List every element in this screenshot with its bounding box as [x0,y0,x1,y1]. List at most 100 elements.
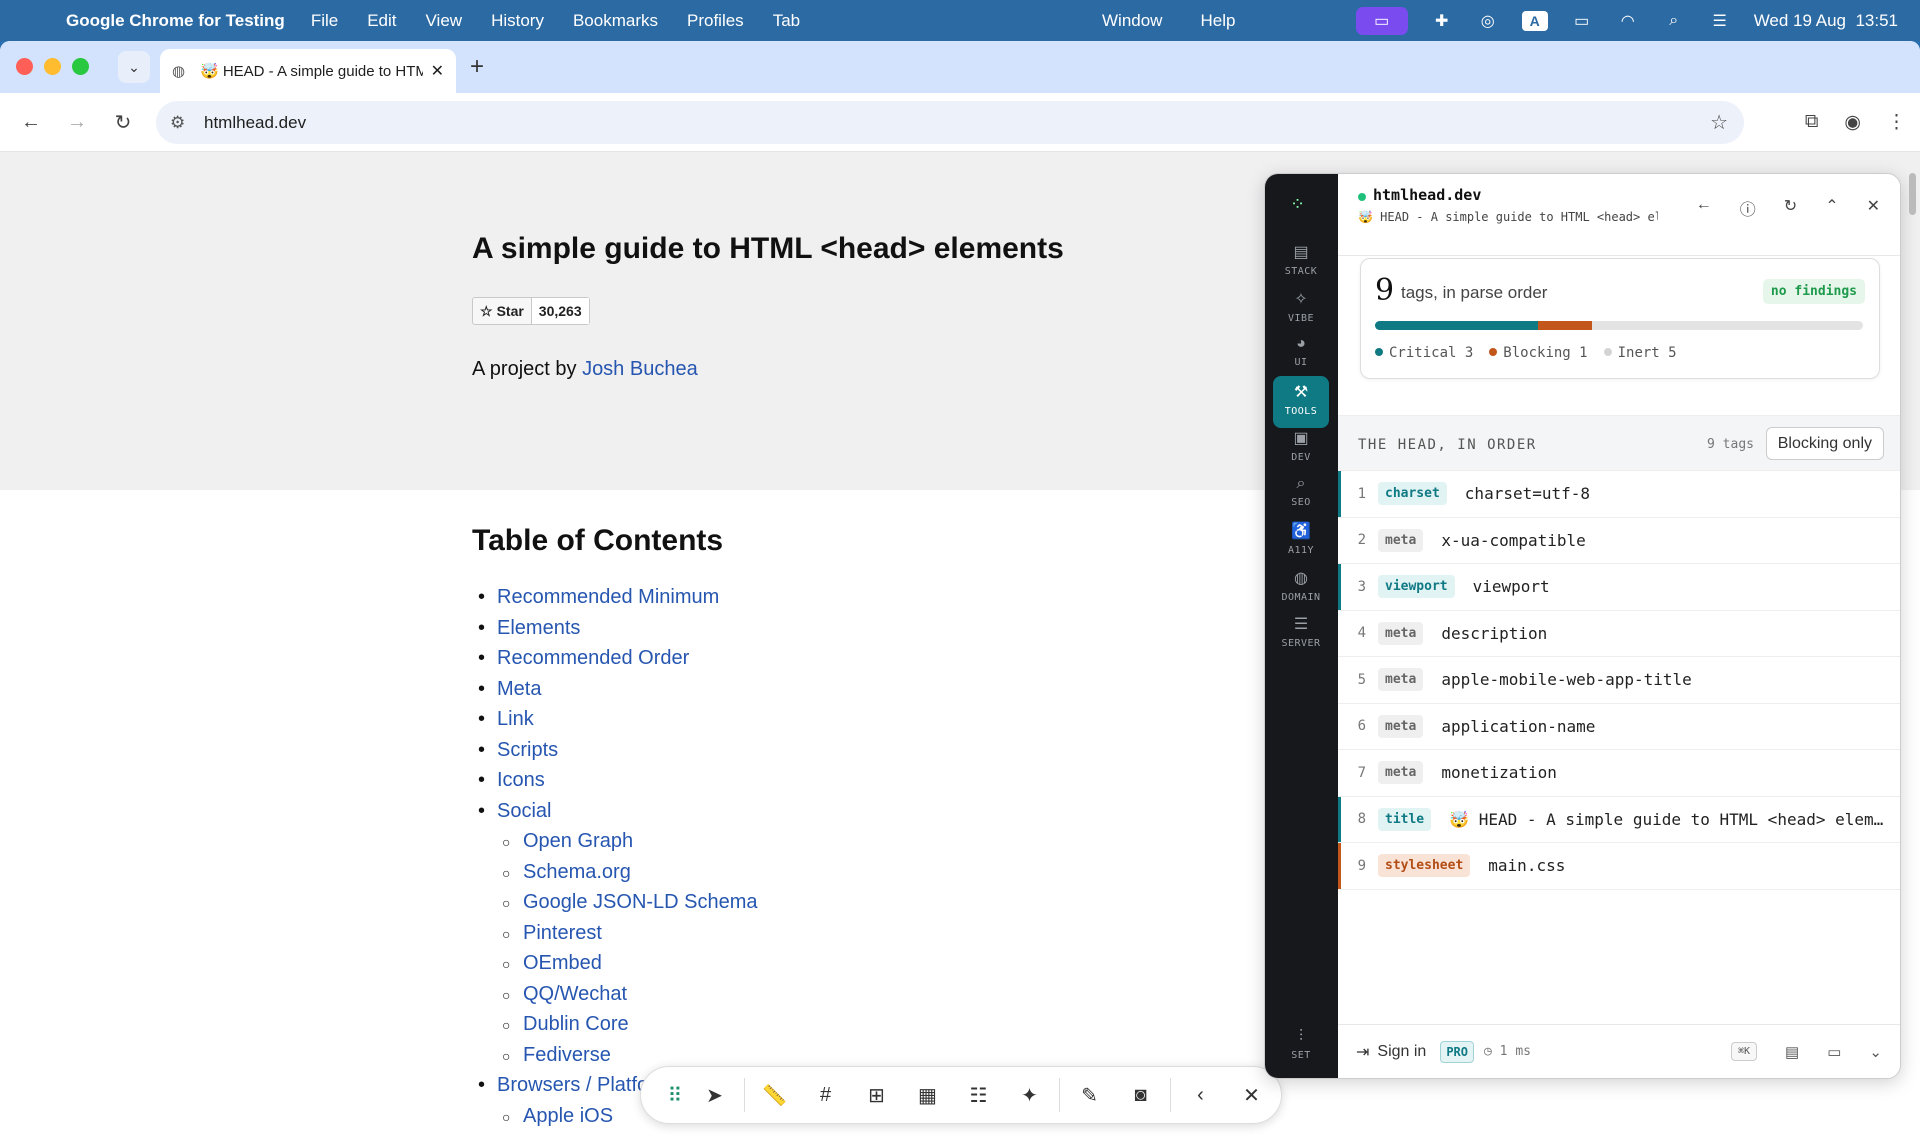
legend-critical: Critical 3 [1375,345,1473,361]
minimize-window-button[interactable] [44,58,61,75]
toc-link[interactable]: Google JSON-LD Schema [472,891,758,922]
rail-item-domain[interactable]: ◍ DOMAIN [1273,562,1329,614]
screen-share-icon[interactable]: ▭ [1355,6,1408,35]
menu-history[interactable]: History [491,11,544,31]
tab-active[interactable]: ◍ 🤯 HEAD - A simple guide to HTML <head>… [160,49,456,93]
input-source-icon[interactable]: A [1521,10,1548,31]
toc-link[interactable]: Pinterest [472,922,758,953]
tab-search-button[interactable]: ⌄ [118,51,150,83]
toc-link[interactable]: Meta [472,678,758,709]
toc-link[interactable]: Social [472,800,758,831]
table-row[interactable]: 1 charset charset=utf-8 [1338,471,1900,518]
collapse-up-icon[interactable]: ⌃ [1825,196,1838,220]
toc-link[interactable]: Open Graph [472,830,758,861]
menu-profiles[interactable]: Profiles [687,11,744,31]
table-row[interactable]: 9 stylesheet main.css [1338,843,1900,890]
rail-item-ui[interactable]: ◕ UI [1273,329,1329,381]
toc-link[interactable]: Recommended Minimum [472,586,758,617]
reload-icon[interactable]: ↻ [108,110,138,135]
close-toolbar-icon[interactable]: ✕ [1226,1083,1277,1108]
collapse-chevron-icon[interactable]: ‹ [1175,1084,1226,1107]
github-star-button[interactable]: ☆ Star 30,263 [472,297,590,325]
blocking-only-button[interactable]: Blocking only [1765,427,1884,460]
table-row[interactable]: 5 meta apple-mobile-web-app-title [1338,657,1900,704]
menu-window[interactable]: Window [1102,11,1162,31]
menu-tab[interactable]: Tab [773,11,800,31]
control-center-icon[interactable]: ☰ [1708,11,1732,31]
ruler-icon[interactable]: 📏 [749,1083,800,1108]
circle-status-icon[interactable]: ◎ [1476,11,1500,31]
sign-in-button[interactable]: ⇥ Sign in [1356,1042,1426,1062]
table-row[interactable]: 2 meta x-ua-compatible [1338,518,1900,564]
zoom-window-button[interactable] [72,58,89,75]
wifi-icon[interactable]: ◠ [1616,11,1640,31]
chevron-down-icon[interactable]: ⌄ [1869,1043,1882,1061]
profile-icon[interactable]: ◉ [1844,111,1861,134]
row-accent [1338,750,1341,796]
close-panel-icon[interactable]: ✕ [1867,196,1880,220]
rail-item-tools[interactable]: ⚒ TOOLS [1273,375,1329,428]
page-scrollbar[interactable] [1909,173,1916,215]
pro-badge[interactable]: PRO [1440,1040,1475,1063]
table-row[interactable]: 4 meta description [1338,611,1900,657]
refresh-icon[interactable]: ↻ [1784,196,1797,220]
note-icon[interactable]: ▤ [1785,1043,1799,1061]
table-icon[interactable]: ▦ [902,1083,953,1108]
rail-item-dev[interactable]: ▣ DEV [1273,422,1329,474]
app-menu[interactable]: Google Chrome for Testing [66,11,285,31]
battery-icon[interactable]: ▭ [1570,11,1594,31]
table-row[interactable]: 6 meta application-name [1338,704,1900,750]
menu-help[interactable]: Help [1200,11,1235,31]
layout-grid-icon[interactable]: ⊞ [851,1083,902,1108]
back-arrow-icon[interactable]: ← [1696,196,1712,220]
new-tab-button[interactable]: + [470,53,484,81]
camera-icon[interactable]: ◙ [1115,1084,1166,1107]
menu-file[interactable]: File [311,11,338,31]
table-row[interactable]: 8 title 🤯 HEAD - A simple guide to HTML <h… [1338,796,1900,843]
toc-link[interactable]: Link [472,708,758,739]
toc-link[interactable]: OEmbed [472,952,758,983]
rail-item-a11y[interactable]: ♿ A11Y [1273,515,1329,567]
toc-link[interactable]: Dublin Core [472,1013,758,1044]
menu-clock[interactable]: Wed 19 Aug 13:51 [1754,11,1898,31]
plus-status-icon[interactable]: ✚ [1430,11,1454,31]
bookmark-star-icon[interactable]: ☆ [1710,110,1728,135]
rail-item-vibe[interactable]: ✧ VIBE [1273,283,1329,335]
close-window-button[interactable] [16,58,33,75]
more-menu-icon[interactable]: ⋮ [1887,111,1906,134]
menu-bookmarks[interactable]: Bookmarks [573,11,658,31]
ordered-list-icon[interactable]: ☷ [953,1083,1004,1108]
select-cursor-icon[interactable]: ➤ [689,1083,740,1108]
toc-link[interactable]: Scripts [472,739,758,770]
address-bar[interactable]: ⚙ htmlhead.dev ☆ [156,101,1744,144]
rail-item-server[interactable]: ☰ SERVER [1273,608,1329,660]
author-link[interactable]: Josh Buchea [582,358,698,380]
toc-link[interactable]: Recommended Order [472,647,758,678]
extensions-icon[interactable]: ⧉ [1805,111,1819,134]
panel-footer: ⇥ Sign in PRO ◷ 1 ms ⌘K ▤ ▭ ⌄ [1338,1024,1900,1078]
sparkle-icon[interactable]: ✦ [1004,1083,1055,1108]
shortcut-key[interactable]: ⌘K [1731,1042,1758,1061]
menu-view[interactable]: View [426,11,463,31]
table-row[interactable]: 7 meta monetization [1338,750,1900,797]
rail-item-set[interactable]: ⫶ SET [1273,1022,1329,1074]
toc-link[interactable]: QQ/Wechat [472,983,758,1014]
grid-frame-icon[interactable]: # [800,1084,851,1107]
rail-item-stack[interactable]: ▤ STACK [1273,236,1329,288]
toc-link[interactable]: Elements [472,617,758,648]
display-icon[interactable]: ▭ [1827,1043,1841,1061]
legend-blocking: Blocking 1 [1489,345,1588,361]
toc-link[interactable]: Icons [472,769,758,800]
drag-handle-icon[interactable]: ⠿ [661,1083,689,1108]
toc-link[interactable]: Schema.org [472,861,758,892]
back-icon[interactable]: ← [16,111,46,134]
rail-item-seo[interactable]: ⌕ SEO [1273,469,1329,521]
spotlight-search-icon[interactable]: ⌕ [1662,11,1686,31]
site-info-icon[interactable]: ⚙ [170,113,190,133]
eyedropper-icon[interactable]: ✎ [1064,1083,1115,1108]
forward-icon[interactable]: → [62,111,92,134]
info-icon[interactable]: ⓘ [1740,196,1756,220]
table-row[interactable]: 3 viewport viewport [1338,564,1900,611]
menu-edit[interactable]: Edit [367,11,396,31]
close-tab-icon[interactable]: ✕ [431,61,444,81]
